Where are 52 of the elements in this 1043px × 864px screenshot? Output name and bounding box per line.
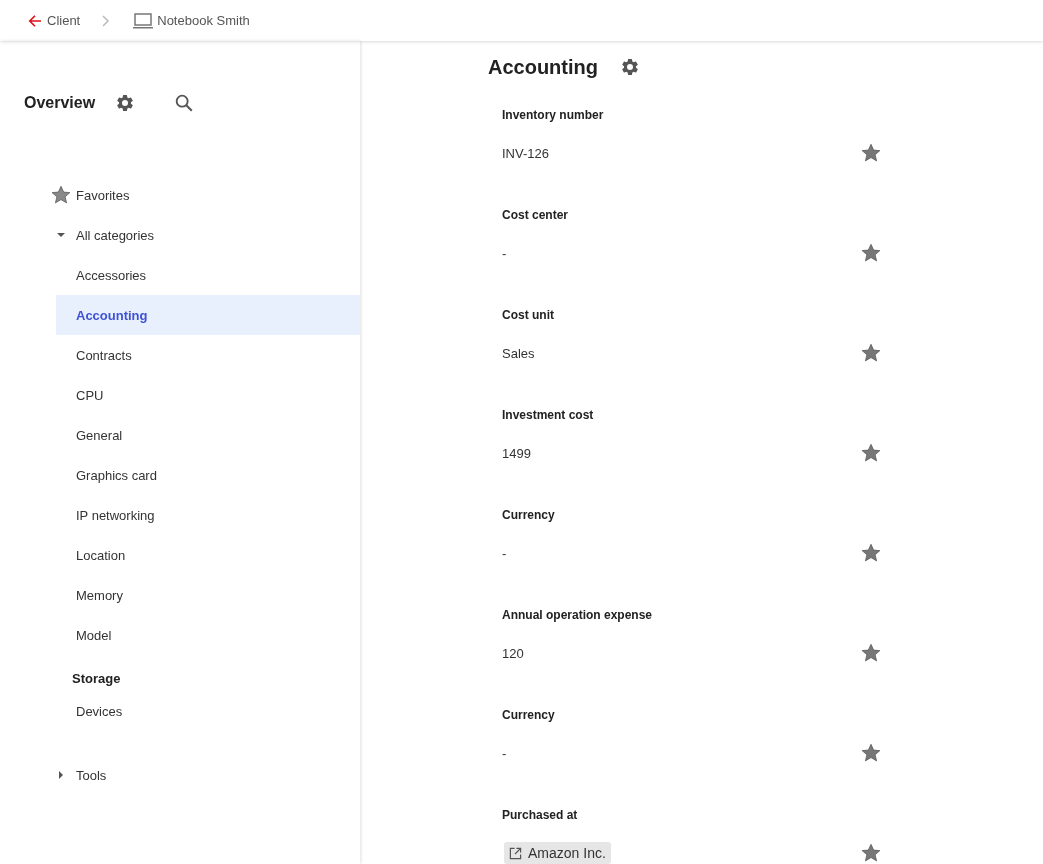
sidebar-title: Overview: [24, 94, 96, 112]
section-heading: Storage: [71, 670, 122, 688]
field-value: -: [502, 745, 507, 761]
category-item[interactable]: Model: [56, 615, 360, 655]
field-label: Purchased at: [502, 807, 579, 824]
category-item[interactable]: Graphics card: [56, 455, 360, 495]
favorites-label: Favorites: [76, 187, 130, 203]
tree-item[interactable]: All categories: [0, 215, 360, 255]
category-item[interactable]: IP networking: [56, 495, 360, 535]
back-link[interactable]: Client: [26, 11, 81, 30]
category-item[interactable]: Devices: [56, 691, 360, 731]
chevron-icon: [102, 14, 111, 27]
star-icon[interactable]: [860, 442, 882, 464]
star-icon[interactable]: [860, 542, 882, 564]
external-link-icon: [509, 846, 522, 860]
field-label: Cost center: [502, 207, 570, 224]
field-value: -: [502, 545, 507, 561]
page-title: Accounting: [488, 55, 598, 79]
star-icon[interactable]: [860, 842, 882, 864]
field-label: Inventory number: [502, 107, 605, 124]
field-value: -: [502, 245, 507, 261]
field-value: 120: [502, 645, 524, 661]
category-item[interactable]: Accessories: [56, 255, 360, 295]
field-value: Sales: [502, 345, 535, 361]
star-icon[interactable]: [860, 342, 882, 364]
category-item[interactable]: Contracts: [56, 335, 360, 375]
category-item[interactable]: General: [56, 415, 360, 455]
field-label: Investment cost: [502, 407, 595, 424]
star-icon: [50, 184, 72, 206]
tree-label: All categories: [76, 227, 155, 243]
external-link[interactable]: Amazon Inc.: [504, 842, 611, 864]
category-item[interactable]: Memory: [56, 575, 360, 615]
tree-label: Tools: [76, 767, 107, 783]
category-item[interactable]: Location: [56, 535, 360, 575]
tree-item[interactable]: Tools: [0, 755, 360, 795]
star-icon[interactable]: [860, 642, 882, 664]
star-icon[interactable]: [860, 142, 882, 164]
breadcrumb-current[interactable]: Notebook Smith: [132, 11, 250, 30]
laptop-icon: [132, 11, 155, 30]
field-value: 1499: [502, 445, 531, 461]
field-label: Cost unit: [502, 307, 555, 324]
star-icon[interactable]: [860, 742, 882, 764]
field-value: INV-126: [502, 145, 549, 161]
category-item[interactable]: CPU: [56, 375, 360, 415]
field-label: Currency: [502, 707, 556, 724]
category-item[interactable]: Accounting: [56, 295, 360, 335]
field-label: Annual operation expense: [502, 607, 654, 624]
star-icon[interactable]: [860, 242, 882, 264]
favorites-item[interactable]: Favorites: [0, 175, 360, 215]
settings-icon[interactable]: [115, 93, 136, 113]
field-label: Currency: [502, 507, 556, 524]
settings-icon[interactable]: [620, 57, 640, 77]
